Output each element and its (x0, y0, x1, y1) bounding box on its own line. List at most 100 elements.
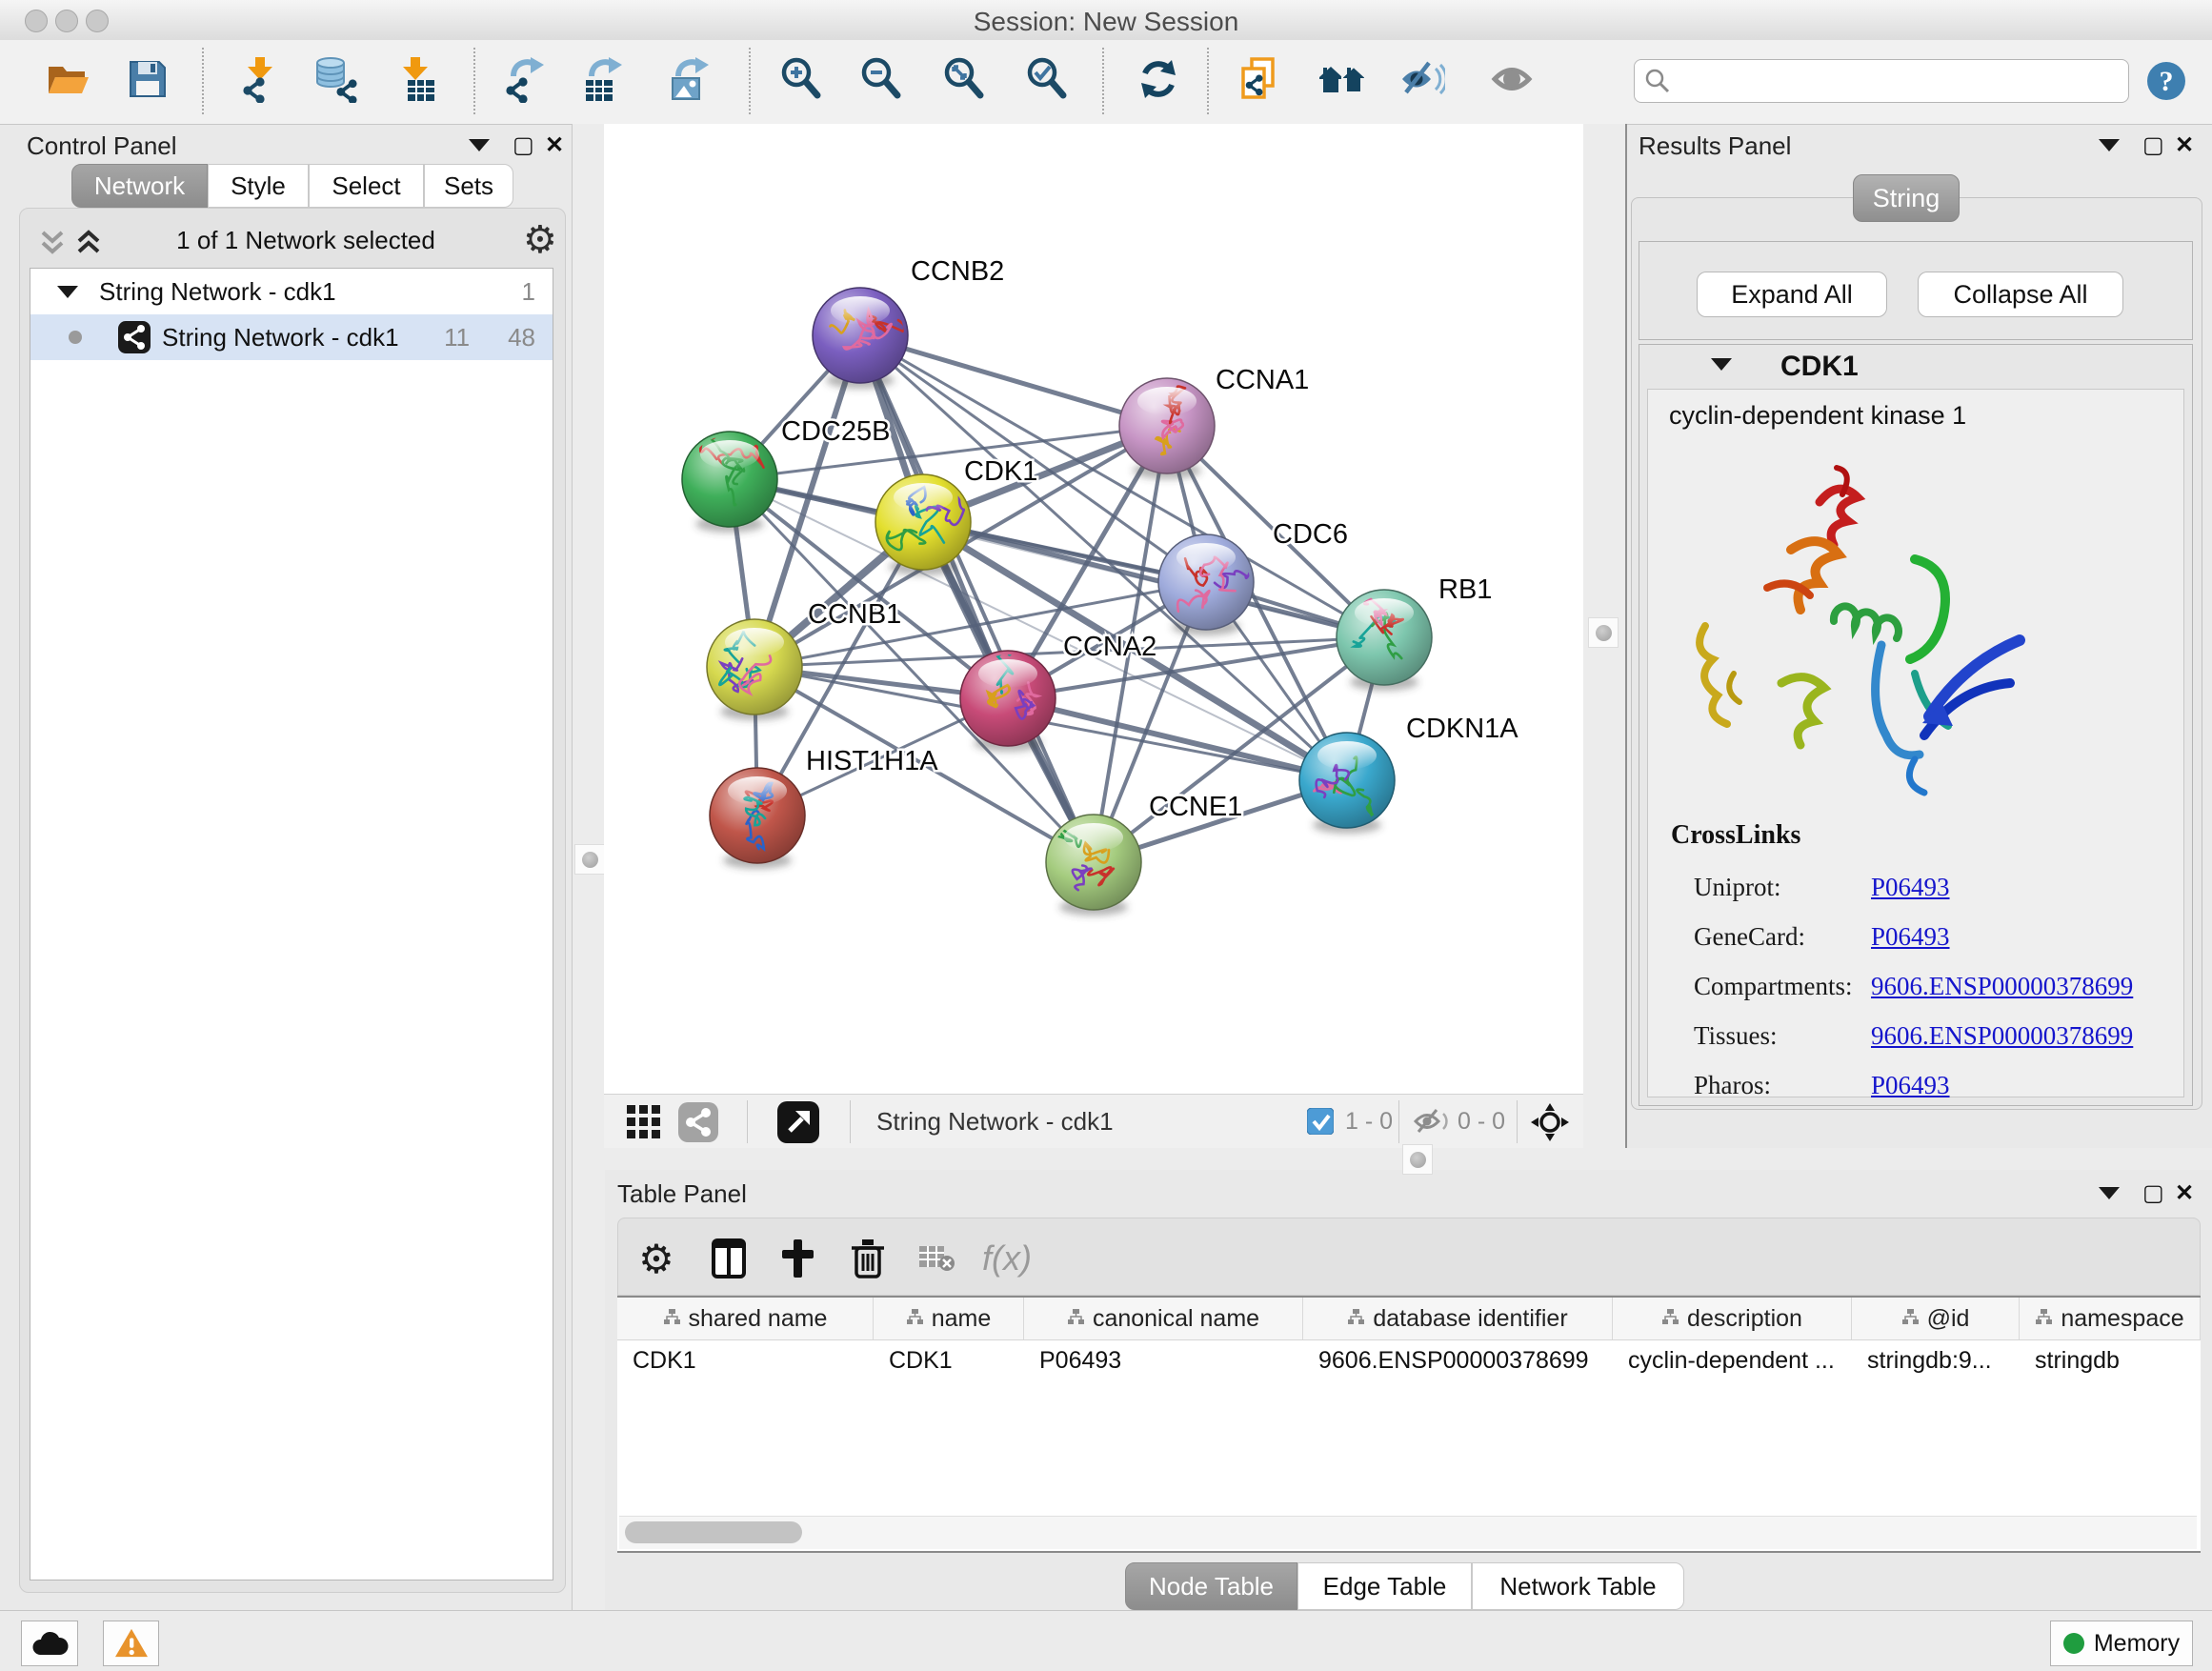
help-button[interactable]: ? (2140, 53, 2193, 109)
table-panel-float-icon[interactable]: ▢ (2142, 1179, 2164, 1207)
selected-nodes-checkbox-icon[interactable] (1307, 1108, 1334, 1135)
export-table-button[interactable] (576, 53, 630, 109)
collection-expand-icon[interactable] (57, 286, 78, 298)
create-column-plus-icon[interactable] (773, 1234, 822, 1283)
network-collection-row[interactable]: String Network - cdk1 1 (30, 269, 553, 314)
delete-column-trash-icon[interactable] (843, 1234, 893, 1283)
zoom-selected-region-button[interactable] (1020, 53, 1074, 109)
left-splitter-grip[interactable] (574, 844, 605, 875)
network-node[interactable] (1119, 378, 1215, 479)
column-header-shared-name[interactable]: shared name (617, 1298, 874, 1339)
network-row[interactable]: String Network - cdk1 11 48 (30, 314, 553, 360)
column-header-namespace[interactable]: namespace (2020, 1298, 2201, 1339)
warnings-button[interactable] (103, 1621, 159, 1666)
control-panel-collapse-icon[interactable] (469, 139, 490, 151)
results-panel-collapse-icon[interactable] (2099, 139, 2120, 151)
network-node[interactable] (707, 619, 802, 720)
single-network-view-icon[interactable] (678, 1102, 718, 1142)
network-node[interactable] (875, 474, 971, 575)
table-cell[interactable]: 9606.ENSP00000378699 (1303, 1340, 1613, 1381)
export-network-button[interactable] (498, 53, 552, 109)
search-box[interactable] (1634, 59, 2129, 103)
crosslink-value[interactable]: P06493 (1871, 873, 1950, 902)
network-node[interactable] (1041, 815, 1141, 916)
table-panel-close-icon[interactable]: ✕ (2175, 1179, 2194, 1207)
network-canvas[interactable]: CCNB2CCNA1CDC25BCDK1CDC6RB1CCNB1CCNA2CDK… (604, 124, 1583, 1094)
crosslink-value[interactable]: 9606.ENSP00000378699 (1871, 1021, 2133, 1051)
save-session-button[interactable] (121, 53, 174, 109)
entry-collapse-icon[interactable] (1711, 358, 1732, 371)
crosslink-value[interactable]: P06493 (1871, 922, 1950, 952)
tab-edge-table[interactable]: Edge Table (1297, 1562, 1472, 1610)
birds-eye-crosshair-icon[interactable] (1530, 1102, 1570, 1142)
table-horizontal-scrollbar[interactable] (619, 1516, 2197, 1549)
horizontal-splitter[interactable] (604, 1148, 2212, 1170)
detach-view-icon[interactable] (777, 1101, 819, 1143)
control-panel-close-icon[interactable]: ✕ (545, 131, 564, 159)
column-label: canonical name (1093, 1305, 1259, 1333)
right-splitter[interactable] (1583, 124, 1627, 1148)
column-header-description[interactable]: description (1613, 1298, 1852, 1339)
zoom-out-button[interactable] (855, 53, 908, 109)
duplicate-network-button[interactable] (1234, 53, 1287, 109)
right-splitter-grip[interactable] (1588, 617, 1619, 648)
tab-style[interactable]: Style (208, 164, 309, 208)
network-options-gear-icon[interactable]: ⚙ (523, 218, 557, 262)
table-row[interactable]: CDK1CDK1P064939606.ENSP00000378699cyclin… (617, 1340, 2201, 1381)
cloud-status-button[interactable] (21, 1621, 78, 1666)
grid-view-icon[interactable] (627, 1105, 661, 1139)
tab-select[interactable]: Select (309, 164, 424, 208)
table-cell[interactable]: stringdb (2020, 1340, 2201, 1381)
table-panel-collapse-icon[interactable] (2099, 1187, 2120, 1199)
node-table[interactable]: shared name name canonical name database… (617, 1296, 2201, 1553)
show-all-panels-button[interactable] (1317, 53, 1370, 109)
tab-sets[interactable]: Sets (424, 164, 513, 208)
control-panel-float-icon[interactable]: ▢ (513, 131, 534, 159)
table-cell[interactable]: P06493 (1024, 1340, 1303, 1381)
show-columns-icon[interactable] (704, 1234, 754, 1283)
import-network-from-file-button[interactable] (233, 53, 287, 109)
open-session-button[interactable] (41, 53, 94, 109)
horizontal-splitter-grip[interactable] (1402, 1144, 1433, 1175)
crosslink-value[interactable]: 9606.ENSP00000378699 (1871, 972, 2133, 1001)
table-cell[interactable]: stringdb:9... (1852, 1340, 2020, 1381)
column-header--id[interactable]: @id (1852, 1298, 2020, 1339)
expand-all-networks-icon[interactable] (37, 230, 70, 258)
zoom-fit-content-icon (941, 56, 987, 107)
zoom-in-button[interactable] (774, 53, 828, 109)
search-input[interactable] (1671, 67, 2119, 95)
results-panel-float-icon[interactable]: ▢ (2142, 131, 2164, 159)
column-header-canonical-name[interactable]: canonical name (1024, 1298, 1303, 1339)
collapse-all-networks-icon[interactable] (73, 230, 106, 258)
expand-all-button[interactable]: Expand All (1697, 272, 1887, 317)
results-panel-close-icon[interactable]: ✕ (2175, 131, 2194, 159)
scrollbar-thumb[interactable] (625, 1521, 802, 1543)
collapse-all-button[interactable]: Collapse All (1918, 272, 2123, 317)
table-cell[interactable]: cyclin-dependent ... (1613, 1340, 1852, 1381)
crosslink-value[interactable]: P06493 (1871, 1071, 1950, 1100)
import-table-from-file-button[interactable] (389, 53, 442, 109)
toggle-birds-eye-view-button[interactable] (1485, 53, 1538, 109)
memory-button[interactable]: Memory (2050, 1621, 2193, 1666)
column-header-name[interactable]: name (874, 1298, 1024, 1339)
collection-name: String Network - cdk1 (99, 277, 336, 307)
network-node[interactable] (710, 768, 805, 869)
network-node[interactable] (1299, 733, 1395, 834)
table-options-gear-icon[interactable]: ⚙ (632, 1234, 681, 1283)
tab-node-table[interactable]: Node Table (1125, 1562, 1297, 1610)
table-cell[interactable]: CDK1 (617, 1340, 874, 1381)
import-network-from-database-button[interactable] (309, 53, 362, 109)
toggle-graphics-details-button[interactable] (1395, 53, 1448, 109)
network-graph[interactable]: CCNB2CCNA1CDC25BCDK1CDC6RB1CCNB1CCNA2CDK… (604, 124, 1583, 1094)
left-splitter[interactable] (572, 124, 605, 1610)
network-node[interactable] (1158, 534, 1276, 635)
refresh-network-view-button[interactable] (1132, 53, 1185, 109)
tab-string[interactable]: String (1853, 174, 1960, 222)
column-header-database-identifier[interactable]: database identifier (1303, 1298, 1613, 1339)
table-cell[interactable]: CDK1 (874, 1340, 1024, 1381)
tab-network-table[interactable]: Network Table (1472, 1562, 1684, 1610)
network-node[interactable] (1337, 590, 1432, 691)
zoom-fit-content-button[interactable] (937, 53, 991, 109)
export-image-button[interactable] (663, 53, 716, 109)
tab-network[interactable]: Network (71, 164, 208, 208)
